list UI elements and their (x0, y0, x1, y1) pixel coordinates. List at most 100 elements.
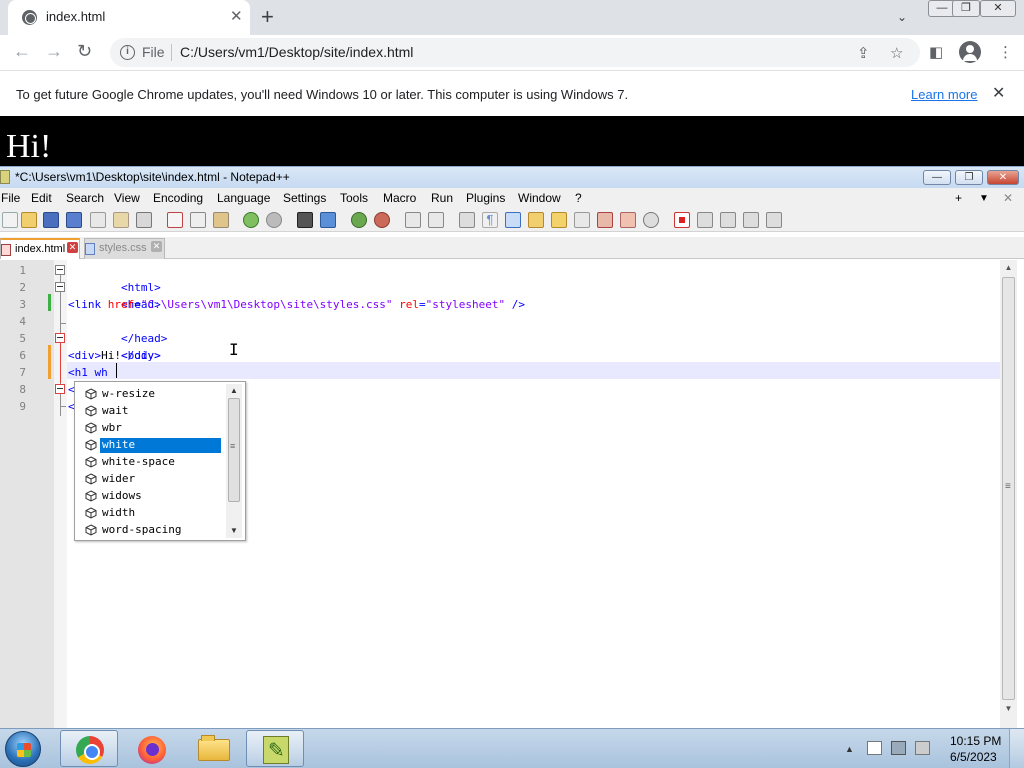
cut-icon[interactable] (167, 212, 183, 228)
scroll-down-arrow-icon[interactable]: ▼ (1000, 701, 1017, 717)
share-icon[interactable]: ⇪ (857, 44, 870, 62)
menu-view[interactable]: View (114, 191, 140, 205)
play-macro-icon[interactable] (720, 212, 736, 228)
taskbar-clock-time[interactable]: 10:15 PM (950, 734, 1001, 748)
menu-close-doc-icon[interactable]: ✕ (1003, 191, 1013, 205)
taskbar-notepadpp-button[interactable] (246, 730, 304, 767)
save-macro-icon[interactable] (766, 212, 782, 228)
scroll-up-arrow-icon[interactable]: ▲ (1000, 260, 1017, 276)
tab-search-icon[interactable]: ⌄ (897, 10, 907, 24)
menu-plugins[interactable]: Plugins (466, 191, 505, 205)
show-all-characters-icon[interactable]: ¶ (482, 212, 498, 228)
autocomplete-item[interactable]: word-spacing (83, 522, 223, 539)
menu-run[interactable]: Run (431, 191, 453, 205)
menu-settings[interactable]: Settings (283, 191, 326, 205)
function-list-icon[interactable] (574, 212, 590, 228)
npp-minimize-button[interactable]: — (923, 170, 951, 185)
autocomplete-item[interactable]: widows (83, 488, 223, 505)
taskbar-chrome-button[interactable] (60, 730, 118, 767)
chrome-tab-index[interactable]: index.html ✕ (8, 0, 250, 35)
autocomplete-scrollbar[interactable]: ▲ ▼ (226, 384, 242, 538)
new-tab-button[interactable]: + (261, 4, 274, 30)
taskbar-firefox-button[interactable] (122, 730, 180, 767)
start-button[interactable] (5, 731, 41, 767)
show-hidden-icons-icon[interactable]: ▲ (845, 744, 854, 754)
close-tab-icon[interactable]: ✕ (230, 7, 243, 25)
learn-more-link[interactable]: Learn more (911, 87, 977, 102)
new-file-icon[interactable] (2, 212, 18, 228)
autocomplete-item[interactable]: w-resize (83, 386, 223, 403)
autocomplete-item[interactable]: wbr (83, 420, 223, 437)
word-wrap-icon[interactable] (459, 212, 475, 228)
menu-tools[interactable]: Tools (340, 191, 368, 205)
run-macro-multiple-icon[interactable] (743, 212, 759, 228)
tab-close-icon[interactable]: ✕ (67, 242, 78, 253)
menu-help[interactable]: ? (575, 191, 582, 205)
menu-language[interactable]: Language (217, 191, 270, 205)
tab-index-html[interactable]: index.html ✕ (0, 238, 80, 259)
forward-button[interactable]: → (45, 41, 63, 62)
tab-close-icon[interactable]: ✕ (151, 241, 162, 252)
sync-horizontal-icon[interactable] (428, 212, 444, 228)
copy-icon[interactable] (190, 212, 206, 228)
autocomplete-item-selected[interactable]: white (83, 437, 223, 454)
scroll-up-arrow-icon[interactable]: ▲ (226, 384, 242, 398)
zoom-out-icon[interactable] (374, 212, 390, 228)
autocomplete-scroll-thumb[interactable] (228, 398, 240, 502)
menu-edit[interactable]: Edit (31, 191, 52, 205)
back-button[interactable]: ← (13, 41, 31, 62)
menu-encoding[interactable]: Encoding (153, 191, 203, 205)
monitoring-icon[interactable] (620, 212, 636, 228)
editor-vertical-scrollbar[interactable]: ▲ ▼ (1000, 260, 1017, 728)
user-language-icon[interactable] (528, 212, 544, 228)
action-center-flag-icon[interactable] (867, 741, 882, 755)
npp-close-button[interactable]: ✕ (987, 170, 1019, 185)
document-map-icon[interactable] (551, 212, 567, 228)
redo-icon[interactable] (266, 212, 282, 228)
menu-search[interactable]: Search (66, 191, 104, 205)
save-all-icon[interactable] (66, 212, 82, 228)
undo-icon[interactable] (243, 212, 259, 228)
autocomplete-item[interactable]: wait (83, 403, 223, 420)
npp-restore-button[interactable]: ❐ (955, 170, 983, 185)
chrome-menu-icon[interactable]: ⋮ (998, 43, 1013, 61)
close-file-icon[interactable] (90, 212, 106, 228)
stop-macro-icon[interactable] (697, 212, 713, 228)
autocomplete-item[interactable]: width (83, 505, 223, 522)
record-macro-icon[interactable] (674, 212, 690, 228)
fold-toggle-icon[interactable] (55, 282, 65, 292)
autocomplete-item[interactable]: white-space (83, 454, 223, 471)
bookmark-star-icon[interactable]: ☆ (890, 44, 903, 62)
show-desktop-button[interactable] (1009, 729, 1024, 768)
view-icon[interactable] (643, 212, 659, 228)
taskbar-clock-date[interactable]: 6/5/2023 (950, 750, 997, 764)
editor-scroll-thumb[interactable] (1002, 277, 1015, 700)
chrome-close-button[interactable]: ✕ (980, 0, 1016, 17)
fold-toggle-icon[interactable] (55, 384, 65, 394)
fold-toggle-icon[interactable] (55, 333, 65, 343)
menu-window[interactable]: Window (518, 191, 561, 205)
menu-plus-icon[interactable]: + (955, 191, 962, 205)
folder-workspace-icon[interactable] (597, 212, 613, 228)
address-bar[interactable]: i File C:/Users/vm1/Desktop/site/index.h… (110, 38, 920, 67)
profile-avatar-icon[interactable] (959, 41, 981, 63)
chrome-restore-button[interactable]: ❐ (952, 0, 980, 17)
open-file-icon[interactable] (21, 212, 37, 228)
paste-icon[interactable] (213, 212, 229, 228)
url-text[interactable]: C:/Users/vm1/Desktop/site/index.html (180, 44, 413, 60)
menu-file[interactable]: File (1, 191, 20, 205)
side-panel-icon[interactable]: ◧ (929, 43, 943, 61)
infobar-close-icon[interactable]: ✕ (992, 83, 1005, 103)
menu-macro[interactable]: Macro (383, 191, 416, 205)
reload-button[interactable]: ↻ (77, 41, 92, 62)
fold-toggle-icon[interactable] (55, 265, 65, 275)
code-editor[interactable]: 1 2 3 4 5 6 7 8 9 <html> <head> <link hr… (0, 260, 1024, 728)
print-icon[interactable] (136, 212, 152, 228)
find-icon[interactable] (297, 212, 313, 228)
taskbar-explorer-button[interactable] (184, 730, 242, 767)
close-all-icon[interactable] (113, 212, 129, 228)
network-icon[interactable] (891, 741, 906, 755)
npp-titlebar[interactable]: *C:\Users\vm1\Desktop\site\index.html - … (0, 166, 1024, 188)
tab-styles-css[interactable]: styles.css ✕ (84, 238, 165, 259)
autocomplete-item[interactable]: wider (83, 471, 223, 488)
